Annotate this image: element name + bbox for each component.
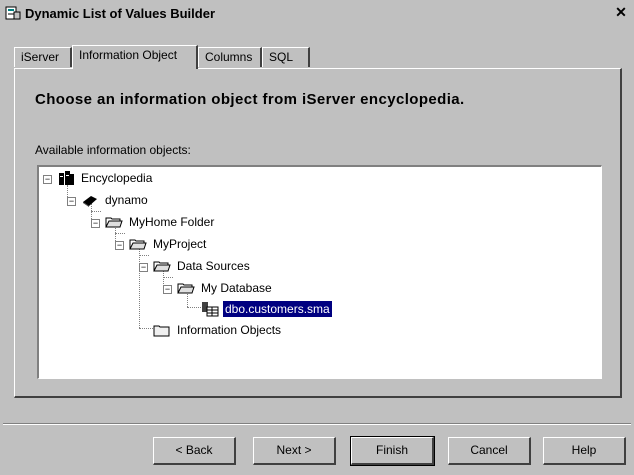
collapse-toggle[interactable]: − [115,241,124,250]
collapse-toggle[interactable]: − [91,219,100,228]
tree-connector [115,233,125,234]
tree-connector [91,211,101,212]
title-bar: Dynamic List of Values Builder ✕ [3,3,631,23]
page-title: Choose an information object from iServe… [35,91,465,108]
server-icon [83,196,97,207]
collapse-toggle[interactable]: − [139,263,148,272]
tree-node-encyclopedia[interactable]: Encyclopedia [57,169,154,187]
close-icon[interactable]: ✕ [613,5,629,20]
collapse-toggle[interactable]: − [163,285,172,294]
tree-node-label: Information Objects [177,323,282,337]
folder-open-icon [105,217,123,228]
tree-node-information-objects[interactable]: Information Objects [153,321,283,339]
tab-sql[interactable]: SQL [262,47,310,67]
button-bar: < Back Next > Finish Cancel Help [0,436,634,467]
tree-node-myhome-folder[interactable]: MyHome Folder [105,213,216,231]
back-button[interactable]: < Back [153,437,236,465]
cancel-button[interactable]: Cancel [448,437,531,465]
tree-node-dynamo[interactable]: dynamo [81,191,150,209]
folder-open-icon [153,261,171,272]
tab-iserver[interactable]: iServer [14,47,72,67]
tree-node-label: Encyclopedia [81,171,153,185]
available-objects-label: Available information objects: [35,143,191,157]
tree-node-myproject[interactable]: MyProject [129,235,208,253]
tree-node-label: MyProject [153,237,207,251]
tree-node-label: MyHome Folder [129,215,215,229]
tab-columns[interactable]: Columns [198,47,262,67]
folder-open-icon [177,283,195,294]
tab-information-object[interactable]: Information Object [72,45,198,69]
app-icon [5,6,21,20]
collapse-toggle[interactable]: − [43,175,52,184]
folder-open-icon [129,239,147,250]
tree-node-label: Data Sources [177,259,250,273]
collapse-toggle[interactable]: − [67,197,76,206]
tree-connector [163,277,173,278]
tree-node-data-sources[interactable]: Data Sources [153,257,252,275]
tree-connector [139,255,149,256]
button-separator [3,423,631,425]
dialog-window: Dynamic List of Values Builder ✕ iServer… [0,0,634,475]
next-button[interactable]: Next > [253,437,336,465]
tree-node-label: My Database [201,281,272,295]
encyclopedia-icon [59,171,74,185]
tree-node-my-database[interactable]: My Database [177,279,274,297]
finish-button[interactable]: Finish [350,436,435,466]
table-icon [202,302,219,317]
help-button[interactable]: Help [543,437,626,465]
folder-icon [153,325,170,337]
tab-panel: Choose an information object from iServe… [14,68,622,398]
tree-node-label: dynamo [105,193,148,207]
window-title: Dynamic List of Values Builder [25,5,215,21]
tree-node-label: dbo.customers.sma [223,301,332,317]
object-tree[interactable]: − Encyclopedia − dynamo − MyHome Folder … [37,165,602,379]
tree-node-dbo-customers[interactable]: dbo.customers.sma [201,300,332,318]
tree-connector [139,246,140,328]
